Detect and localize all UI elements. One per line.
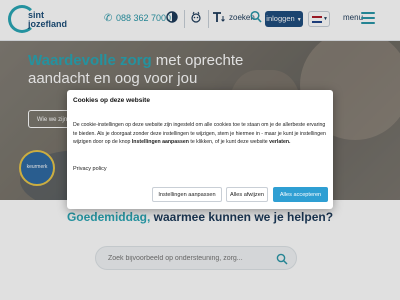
accept-all-button[interactable]: Alles accepteren (273, 187, 328, 202)
cookie-dialog-text: De cookie-instellingen op deze website z… (73, 121, 327, 147)
reject-all-button[interactable]: Alles afwijzen (226, 187, 268, 202)
cookie-text-bold-1: Instellingen aanpassen (131, 139, 189, 145)
cookie-dialog-title: Cookies op deze website (73, 97, 150, 104)
cookie-consent-dialog: Cookies op deze website De cookie-instel… (67, 90, 333, 209)
privacy-policy-link[interactable]: Privacy policy (73, 166, 107, 172)
adjust-settings-button[interactable]: Instellingen aanpassen (152, 187, 222, 202)
cookie-text-bold-2: verlaten. (269, 139, 291, 145)
cookie-text-part-2: te klikken, of je kunt deze website (188, 139, 270, 145)
